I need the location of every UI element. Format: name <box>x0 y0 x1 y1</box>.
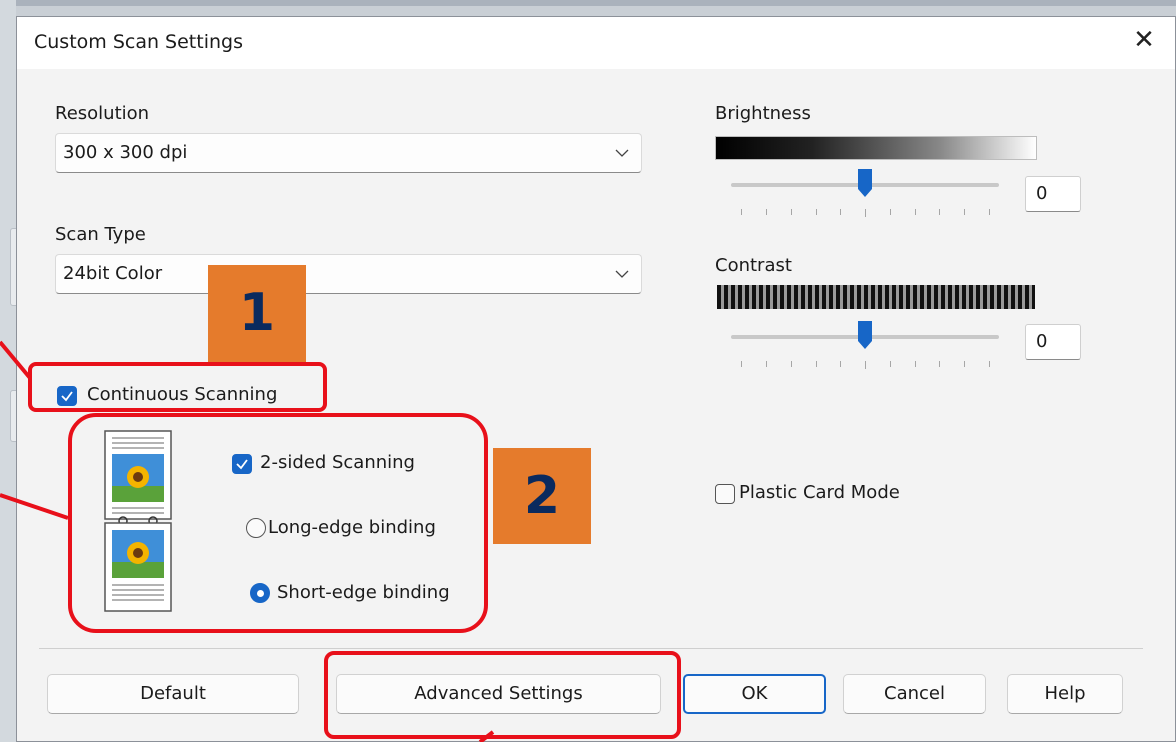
dialog-title: Custom Scan Settings <box>34 31 243 53</box>
chevron-down-icon <box>615 270 629 278</box>
resolution-label: Resolution <box>55 103 150 124</box>
callout-badge-2: 2 <box>493 448 591 544</box>
contrast-slider-thumb[interactable] <box>858 321 872 349</box>
help-button[interactable]: Help <box>1007 674 1123 714</box>
close-icon[interactable]: ✕ <box>1129 25 1159 55</box>
advanced-settings-highlight <box>324 651 681 739</box>
plastic-card-mode-label: Plastic Card Mode <box>739 482 900 503</box>
contrast-label: Contrast <box>715 255 792 276</box>
contrast-value-input[interactable]: 0 <box>1025 324 1081 360</box>
scan-type-value: 24bit Color <box>63 263 163 284</box>
plastic-card-mode-checkbox[interactable] <box>715 484 735 504</box>
chevron-down-icon <box>615 149 629 157</box>
continuous-scanning-highlight <box>28 362 327 412</box>
default-button[interactable]: Default <box>47 674 299 714</box>
two-sided-scanning-highlight <box>68 413 488 633</box>
contrast-pattern <box>717 285 1035 309</box>
brightness-value-input[interactable]: 0 <box>1025 176 1081 212</box>
ok-button[interactable]: OK <box>683 674 826 714</box>
resolution-dropdown[interactable]: 300 x 300 dpi <box>55 133 642 173</box>
title-bar: Custom Scan Settings ✕ <box>17 17 1175 69</box>
footer-separator <box>39 648 1143 649</box>
brightness-label: Brightness <box>715 103 811 124</box>
resolution-value: 300 x 300 dpi <box>63 142 188 163</box>
brightness-gradient <box>715 136 1037 160</box>
scan-type-label: Scan Type <box>55 224 146 245</box>
callout-badge-1: 1 <box>208 265 306 362</box>
scan-type-dropdown[interactable]: 24bit Color <box>55 254 642 294</box>
background-edge <box>0 0 16 742</box>
brightness-slider-thumb[interactable] <box>858 169 872 197</box>
cancel-button[interactable]: Cancel <box>843 674 986 714</box>
